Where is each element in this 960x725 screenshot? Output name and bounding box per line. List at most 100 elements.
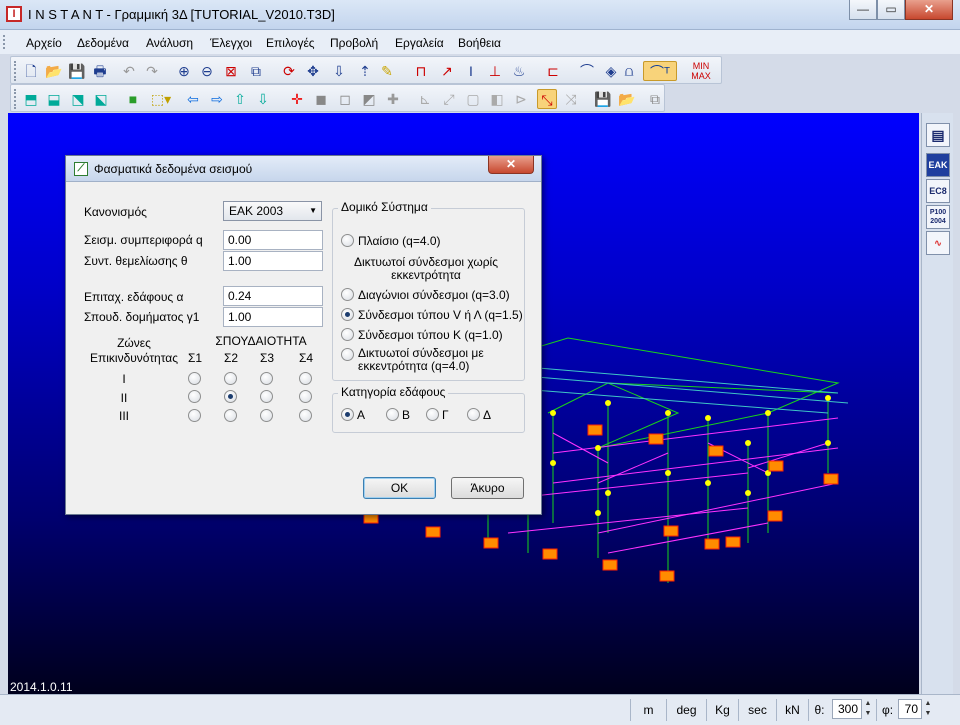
menu-tools[interactable]: Εργαλεία <box>395 36 444 50</box>
zone-radio[interactable] <box>224 409 237 422</box>
cancel-button[interactable]: Άκυρο <box>451 477 524 499</box>
zone-radio[interactable] <box>299 372 312 385</box>
zone-radio[interactable] <box>188 390 201 403</box>
ok-button[interactable]: OK <box>363 477 436 499</box>
support-icon[interactable]: ⊥ <box>485 61 505 81</box>
menu-analysis[interactable]: Ανάλυση <box>146 36 193 50</box>
zone-radio[interactable] <box>188 372 201 385</box>
spring-icon[interactable]: ♨ <box>509 61 529 81</box>
layers-icon[interactable]: ⧉ <box>645 89 665 109</box>
down-arrow-icon[interactable]: ⇩ <box>253 89 273 109</box>
zone-radio[interactable] <box>224 372 237 385</box>
theta-input[interactable]: 300 <box>832 699 862 719</box>
load-icon[interactable]: ⇩ <box>329 61 349 81</box>
member-icon[interactable]: ↗ <box>437 61 457 81</box>
zoom-window-icon[interactable]: ⧉ <box>246 61 266 81</box>
redo-icon[interactable]: ↷ <box>142 61 162 81</box>
soil-d-radio[interactable] <box>467 408 480 421</box>
add-icon[interactable]: ✚ <box>383 89 403 109</box>
spectrum-icon[interactable]: ⌒ᵀ <box>643 61 677 81</box>
zone-radio[interactable] <box>188 409 201 422</box>
save-icon[interactable]: 💾 <box>67 61 87 81</box>
spectrum-chart-icon[interactable]: ∿ <box>926 231 950 255</box>
snap-icon[interactable]: ⤡ <box>537 89 557 109</box>
v-bracing-radio[interactable] <box>341 308 354 321</box>
view-side-icon[interactable]: ⬔ <box>68 89 88 109</box>
soil-c-radio[interactable] <box>426 408 439 421</box>
dialog-close-button[interactable]: ✕ <box>488 156 534 174</box>
unit-time[interactable]: sec <box>738 699 776 721</box>
diagram-icon[interactable]: ⩍ <box>619 61 639 81</box>
open-view-icon[interactable]: 📂 <box>617 89 637 109</box>
selection-icon[interactable]: ⬚▾ <box>147 89 175 109</box>
maximize-button[interactable]: ▭ <box>877 0 905 20</box>
zoom-out-icon[interactable]: ⊖ <box>197 61 217 81</box>
up-arrow-icon[interactable]: ⇧ <box>230 89 250 109</box>
open-icon[interactable]: 📂 <box>44 61 64 81</box>
play-icon[interactable]: ⊳ <box>511 89 531 109</box>
menu-checks[interactable]: Έλεγχοι <box>210 36 252 50</box>
zone-radio[interactable] <box>260 409 273 422</box>
menu-options[interactable]: Επιλογές <box>266 36 315 50</box>
wire-icon[interactable]: ◻ <box>335 89 355 109</box>
view-iso-icon[interactable]: ⬒ <box>21 89 41 109</box>
soil-b-radio[interactable] <box>386 408 399 421</box>
undo-icon[interactable]: ↶ <box>119 61 139 81</box>
rect-icon[interactable]: ▢ <box>463 89 483 109</box>
unit-angle[interactable]: deg <box>666 699 706 721</box>
unit-force[interactable]: kN <box>776 699 808 721</box>
unit-length[interactable]: m <box>630 699 666 721</box>
zone-radio[interactable] <box>299 390 312 403</box>
pan-icon[interactable]: ✥ <box>303 61 323 81</box>
unit-mass[interactable]: Kg <box>706 699 738 721</box>
release-icon[interactable]: ◈ <box>601 61 621 81</box>
soil-a-radio[interactable] <box>341 408 354 421</box>
zone-radio[interactable] <box>260 390 273 403</box>
zoom-extents-icon[interactable]: ⊠ <box>221 61 241 81</box>
eccentric-radio[interactable] <box>341 348 354 361</box>
diag-icon[interactable]: ⤢ <box>439 89 459 109</box>
color-box-icon[interactable]: ■ <box>123 89 143 109</box>
section-icon[interactable]: I <box>461 61 481 81</box>
k-bracing-radio[interactable] <box>341 328 354 341</box>
phi-spinner[interactable]: ▲ ▼ <box>922 699 934 719</box>
close-button[interactable]: ✕ <box>905 0 953 20</box>
new-icon[interactable]: 🗋 <box>21 61 41 81</box>
menu-data[interactable]: Δεδομένα <box>77 36 129 50</box>
view-top-icon[interactable]: ⬕ <box>91 89 111 109</box>
solid-icon[interactable]: ◼ <box>311 89 331 109</box>
node-icon[interactable]: ✛ <box>287 89 307 109</box>
right-arrow-icon[interactable]: ⇨ <box>207 89 227 109</box>
minmax-icon[interactable]: MIN MAX <box>683 61 719 81</box>
frame-radio[interactable] <box>341 234 354 247</box>
beam-icon[interactable]: ⊏ <box>543 61 563 81</box>
shade-icon[interactable]: ◩ <box>359 89 379 109</box>
break-icon[interactable]: ⤨ <box>561 89 581 109</box>
zone-radio[interactable] <box>260 372 273 385</box>
zone-radio-selected[interactable] <box>224 390 237 403</box>
mirror-icon[interactable]: ◧ <box>487 89 507 109</box>
diagonal-radio[interactable] <box>341 288 354 301</box>
menu-file[interactable]: Αρχείο <box>26 36 62 50</box>
menu-view[interactable]: Προβολή <box>330 36 378 50</box>
menu-help[interactable]: Βοήθεια <box>458 36 501 50</box>
q-input[interactable]: 0.00 <box>223 230 323 250</box>
gamma-input[interactable]: 1.00 <box>223 307 323 327</box>
left-arrow-icon[interactable]: ⇦ <box>183 89 203 109</box>
rotate-icon[interactable]: ⟳ <box>279 61 299 81</box>
ec8-button[interactable]: EC8 <box>926 179 950 203</box>
zoom-in-icon[interactable]: ⊕ <box>174 61 194 81</box>
eak-button[interactable]: ΕΑΚ <box>926 153 950 177</box>
code-select[interactable]: ΕΑΚ 2003 ▼ <box>223 201 322 221</box>
theta-field-input[interactable]: 1.00 <box>223 251 323 271</box>
print-icon[interactable]: 🖶 <box>90 61 110 81</box>
window-icon[interactable]: ▤ <box>926 123 950 147</box>
axis-icon[interactable]: ⊾ <box>415 89 435 109</box>
alpha-input[interactable]: 0.24 <box>223 286 323 306</box>
p100-button[interactable]: P100 2004 <box>926 205 950 229</box>
theta-spinner[interactable]: ▲ ▼ <box>862 699 874 719</box>
ruler-icon[interactable]: ✎ <box>377 61 397 81</box>
phi-input[interactable]: 70 <box>898 699 922 719</box>
minimize-button[interactable]: — <box>849 0 877 20</box>
offset-icon[interactable]: ⌒ <box>577 61 597 81</box>
